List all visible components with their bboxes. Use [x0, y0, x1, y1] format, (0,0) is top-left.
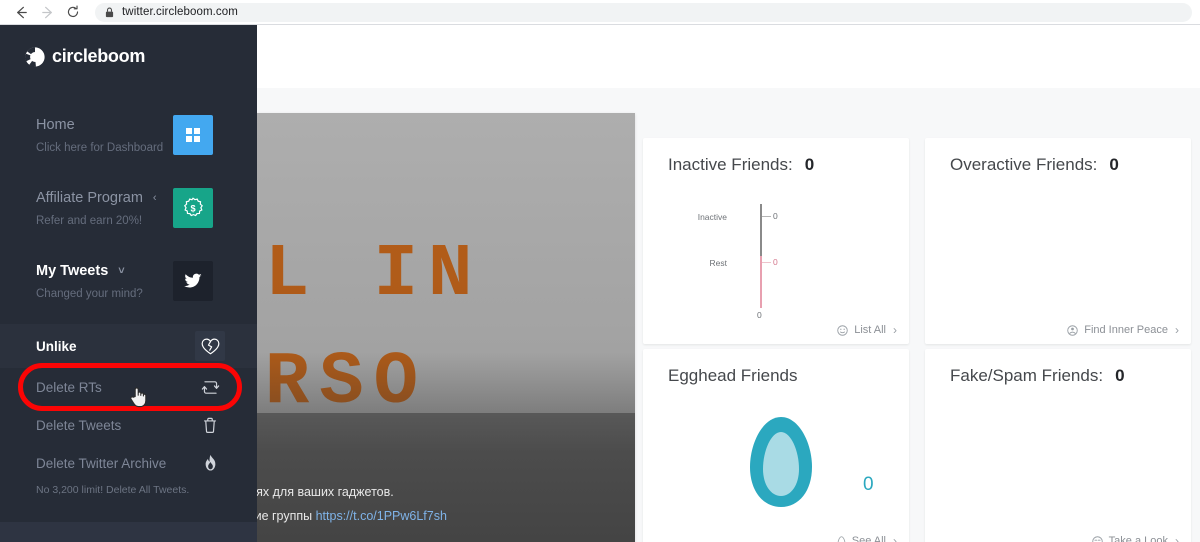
sidebar-archive-note: No 3,200 limit! Delete All Tweets.: [36, 484, 190, 496]
card-title-text: Overactive Friends:: [950, 155, 1098, 174]
chevron-right-icon: ›: [893, 323, 897, 337]
page: ALL IN PERSO harfa free Person олезных п…: [0, 25, 1200, 542]
sidebar-item-delete-rts-label: Delete RTs: [36, 379, 102, 395]
trash-icon[interactable]: [195, 410, 225, 440]
card-fake-spam-friends: Fake/Spam Friends: 0 Take a Look ›: [925, 349, 1191, 542]
sidebar-item-home[interactable]: Home Click here for Dashboard: [0, 105, 257, 178]
address-bar[interactable]: twitter.circleboom.com: [95, 2, 1192, 22]
card-footer-link[interactable]: Find Inner Peace ›: [1067, 323, 1179, 337]
fire-icon[interactable]: [195, 448, 225, 478]
chart-axis-zero-label: 0: [757, 310, 762, 320]
card-egghead-friends: Egghead Friends 0 See All ›: [643, 349, 909, 542]
sidebar: circleboom Home Click here for Dashboard…: [0, 25, 257, 542]
card-overactive-friends: Overactive Friends: 0 Find Inner Peace ›: [925, 138, 1191, 344]
sidebar-footer: [0, 522, 257, 542]
card-title-value: 0: [1115, 366, 1125, 385]
chart-tick-1: [762, 262, 771, 263]
card-footer-text: See All: [851, 535, 886, 542]
card-title: Inactive Friends: 0: [668, 155, 814, 175]
sidebar-item-delete-tweets[interactable]: Delete Tweets: [0, 406, 257, 444]
pointing-hand-cursor: [130, 386, 147, 413]
chevron-left-icon[interactable]: ‹: [153, 192, 157, 204]
sidebar-item-my-tweets-label: My Tweets: [36, 263, 109, 279]
chevron-right-icon: ›: [1175, 323, 1179, 337]
chart-tick-0: [762, 216, 771, 217]
spam-face-icon: [1091, 535, 1103, 542]
card-title-value: 0: [1109, 155, 1119, 174]
egghead-count: 0: [863, 474, 874, 495]
sidebar-item-delete-archive-label: Delete Twitter Archive: [36, 455, 167, 471]
card-footer-link[interactable]: List All ›: [837, 323, 897, 337]
brand-name: circleboom: [52, 46, 146, 66]
sidebar-item-affiliate-label: Affiliate Program: [36, 190, 143, 206]
card-inactive-friends: Inactive Friends: 0 Inactive Rest 0 0 0 L…: [643, 138, 909, 344]
reload-icon[interactable]: [60, 1, 86, 23]
card-title: Egghead Friends: [668, 366, 797, 386]
sidebar-item-unlike[interactable]: Unlike: [0, 324, 257, 368]
sidebar-item-delete-rts[interactable]: Delete RTs: [0, 368, 257, 406]
chart-category-label-1: Rest: [709, 258, 727, 268]
card-footer-text: Find Inner Peace: [1084, 324, 1168, 336]
broken-heart-icon[interactable]: [195, 331, 225, 361]
stat-days-on-twitter: 0 days on Twitter: [256, 537, 401, 542]
inactive-friends-bar-chart: Inactive Rest 0 0 0: [665, 186, 855, 320]
card-title-text: Fake/Spam Friends:: [950, 366, 1104, 385]
card-footer-link[interactable]: See All ›: [837, 534, 897, 542]
browser-toolbar: twitter.circleboom.com: [0, 0, 1200, 25]
sidebar-item-unlike-label: Unlike: [36, 338, 77, 354]
chevron-right-icon: ›: [893, 534, 897, 542]
chart-data-label-0: 0: [773, 211, 778, 221]
chart-bar-1: [760, 256, 762, 308]
brand-logo[interactable]: circleboom: [0, 25, 257, 88]
egghead-graphic: 0: [703, 399, 893, 519]
sidebar-item-home-subtitle: Click here for Dashboard: [36, 142, 164, 154]
screen: twitter.circleboom.com ALL IN PERSO harf…: [0, 0, 1200, 542]
dollar-badge-icon[interactable]: $: [173, 188, 213, 228]
chevron-right-icon: ›: [1175, 534, 1179, 542]
back-arrow-icon[interactable]: [8, 1, 34, 23]
sidebar-item-home-label: Home: [36, 117, 75, 133]
profile-bio-link[interactable]: https://t.co/1PPw6Lf7sh: [316, 509, 447, 523]
egg-icon: [750, 417, 812, 507]
card-title-text: Egghead Friends: [668, 366, 798, 385]
sidebar-item-affiliate-program[interactable]: Affiliate Program ‹ Refer and earn 20%! …: [0, 178, 257, 251]
grid-icon[interactable]: [173, 115, 213, 155]
card-footer-text: List All: [854, 324, 886, 336]
sidebar-item-my-tweets-subtitle: Changed your mind?: [36, 288, 143, 300]
meditation-icon: [1067, 324, 1078, 336]
card-title-value: 0: [804, 155, 815, 174]
egg-icon: [837, 535, 846, 542]
circleboom-logo-icon: [24, 46, 46, 68]
card-title-text: Inactive Friends:: [668, 155, 793, 174]
chevron-down-icon[interactable]: ˅: [118, 265, 124, 277]
svg-text:$: $: [190, 204, 195, 214]
retweet-icon[interactable]: [195, 372, 225, 402]
card-title: Overactive Friends: 0: [950, 155, 1119, 175]
card-footer-text: Take a Look: [1108, 535, 1168, 542]
smiley-icon: [837, 324, 848, 336]
chart-data-label-1: 0: [773, 257, 778, 267]
card-footer-link[interactable]: Take a Look ›: [1091, 534, 1179, 542]
sidebar-item-affiliate-subtitle: Refer and earn 20%!: [36, 215, 143, 227]
lock-icon: [105, 7, 114, 18]
app-topbar: [256, 25, 1200, 88]
url-text: twitter.circleboom.com: [122, 6, 238, 18]
forward-arrow-icon[interactable]: [34, 1, 60, 23]
card-title: Fake/Spam Friends: 0: [950, 366, 1125, 386]
chart-category-label-0: Inactive: [697, 212, 727, 222]
chart-bar-0: [760, 204, 762, 256]
sidebar-item-delete-twitter-archive[interactable]: Delete Twitter Archive: [0, 444, 257, 482]
twitter-bird-icon[interactable]: [173, 261, 213, 301]
sidebar-item-delete-tweets-label: Delete Tweets: [36, 417, 122, 433]
stat-tweets: 12,259 Tweets 0.00 posts per day: [401, 537, 635, 542]
sidebar-item-my-tweets[interactable]: My Tweets ˅ Changed your mind?: [0, 251, 257, 324]
